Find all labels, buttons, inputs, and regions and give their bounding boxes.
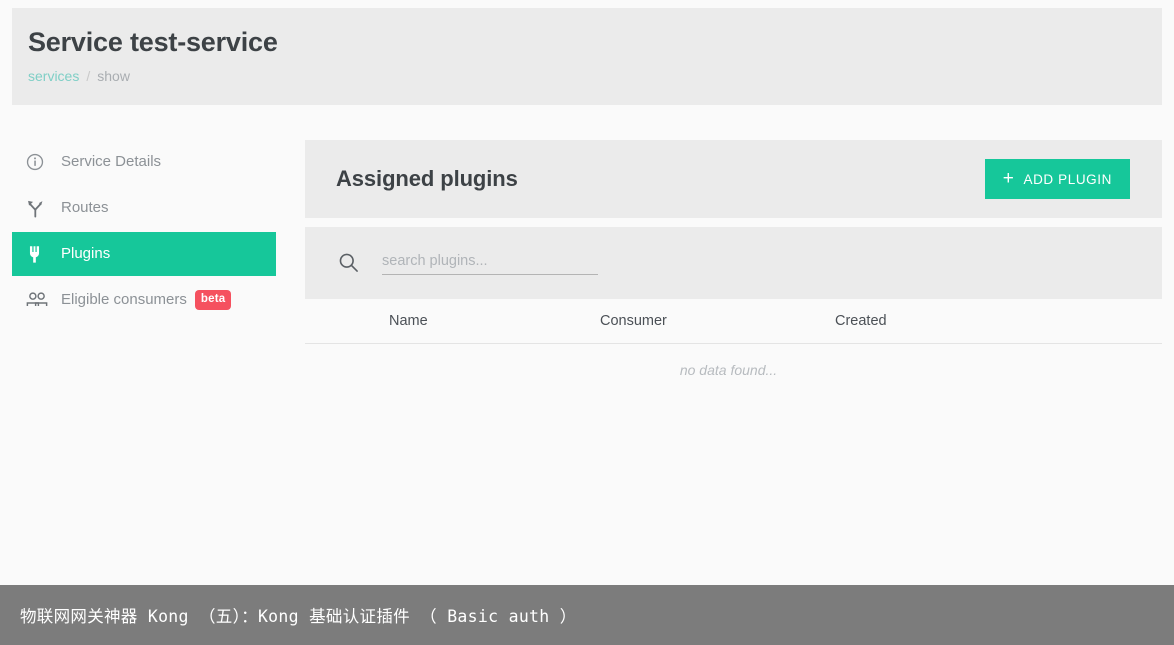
plug-icon: [26, 243, 52, 265]
sidebar-item-routes[interactable]: Routes: [12, 186, 276, 230]
column-header-consumer: Consumer: [600, 313, 667, 329]
sidebar-item-service-details[interactable]: Service Details: [12, 140, 276, 184]
footer-text: 物联网网关神器 Kong （五）：Kong 基础认证插件 （ Basic aut…: [20, 607, 577, 626]
info-circle-icon: [26, 151, 52, 173]
table-header-row: Name Consumer Created: [305, 299, 1162, 344]
add-plugin-button-label: ADD PLUGIN: [1023, 171, 1112, 187]
footer-bar: 物联网网关神器 Kong （五）：Kong 基础认证插件 （ Basic aut…: [0, 585, 1174, 645]
page-header: Service test-service services / show: [12, 8, 1162, 105]
sidebar-item-label: Eligible consumers: [61, 291, 187, 308]
breadcrumb-current-show: show: [97, 68, 130, 84]
main-content: Assigned plugins + ADD PLUGIN Name Consu…: [305, 140, 1162, 396]
column-header-created: Created: [835, 313, 887, 329]
sidebar-item-label: Plugins: [61, 245, 111, 262]
breadcrumb-separator: /: [86, 68, 91, 84]
route-branch-icon: [26, 197, 52, 219]
column-header-name: Name: [389, 313, 428, 329]
add-plugin-button[interactable]: + ADD PLUGIN: [984, 159, 1130, 199]
sidebar-item-label: Routes: [61, 199, 109, 216]
sidebar-item-label: Service Details: [61, 153, 162, 170]
card-title: Assigned plugins: [336, 166, 518, 191]
sidebar-item-plugins[interactable]: Plugins: [12, 232, 276, 276]
page-title: Service test-service: [28, 27, 278, 57]
breadcrumb: services / show: [28, 68, 1162, 84]
sidebar: Service Details Routes Plugins Eligible …: [12, 140, 276, 324]
plus-icon: +: [1002, 167, 1015, 189]
sidebar-item-eligible-consumers[interactable]: Eligible consumers beta: [12, 278, 276, 322]
status-badge-beta: beta: [194, 290, 232, 310]
search-band: [305, 227, 1162, 299]
breadcrumb-link-services[interactable]: services: [28, 68, 79, 84]
assigned-plugins-card-header: Assigned plugins + ADD PLUGIN: [305, 140, 1162, 218]
search-icon: [338, 252, 360, 274]
table-empty-message: no data found...: [679, 362, 778, 378]
people-icon: [26, 289, 52, 311]
search-input[interactable]: [382, 251, 598, 275]
plugins-table: Name Consumer Created no data found...: [305, 299, 1162, 396]
